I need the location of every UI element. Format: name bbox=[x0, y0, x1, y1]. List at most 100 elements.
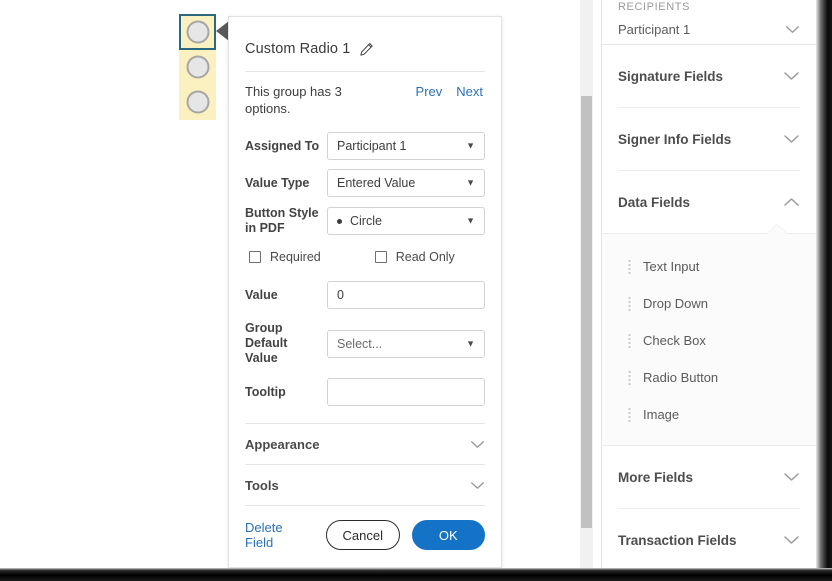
sidebar-section-more-fields[interactable]: More Fields bbox=[618, 446, 800, 508]
assigned-to-value: Participant 1 bbox=[337, 139, 406, 153]
checkbox-icon bbox=[375, 251, 387, 263]
cancel-button[interactable]: Cancel bbox=[326, 520, 399, 550]
tooltip-input[interactable] bbox=[327, 378, 485, 406]
signer-info-fields-label: Signer Info Fields bbox=[618, 132, 731, 147]
prev-option-link[interactable]: Prev bbox=[416, 84, 443, 99]
group-info-row: This group has 3 options. Prev Next bbox=[245, 72, 485, 123]
group-default-value-row: Group Default Value Select... ▼ bbox=[245, 321, 485, 366]
field-item-label: Drop Down bbox=[643, 296, 708, 311]
button-style-select[interactable]: Circle ▼ bbox=[327, 207, 485, 235]
signer-info-fields-block: Signer Info Fields bbox=[602, 108, 816, 171]
chevron-up-icon bbox=[783, 197, 800, 207]
transaction-fields-label: Transaction Fields bbox=[618, 533, 737, 548]
radio-option-2[interactable] bbox=[179, 50, 216, 84]
field-item-label: Check Box bbox=[643, 333, 706, 348]
signature-fields-label: Signature Fields bbox=[618, 69, 723, 84]
delete-field-link[interactable]: Delete Field bbox=[245, 520, 312, 550]
radio-option-3[interactable] bbox=[179, 84, 216, 120]
group-default-value-label: Group Default Value bbox=[245, 321, 327, 366]
sidebar-section-signer-info-fields[interactable]: Signer Info Fields bbox=[618, 108, 800, 170]
radio-option-1[interactable] bbox=[179, 14, 216, 50]
data-fields-label: Data Fields bbox=[618, 195, 690, 210]
assigned-to-row: Assigned To Participant 1 ▼ bbox=[245, 132, 485, 160]
screenshot-canvas: Custom Radio 1 This group has 3 options.… bbox=[0, 0, 832, 581]
next-option-link[interactable]: Next bbox=[456, 84, 483, 99]
recipient-selector[interactable]: Participant 1 bbox=[618, 14, 800, 44]
recipients-block: RECIPIENTS Participant 1 bbox=[602, 0, 816, 44]
group-options-count: This group has 3 options. bbox=[245, 83, 365, 117]
circle-bullet-icon bbox=[337, 219, 342, 224]
read-only-checkbox[interactable]: Read Only bbox=[375, 250, 455, 264]
more-fields-label: More Fields bbox=[618, 470, 693, 485]
signature-fields-block: Signature Fields bbox=[602, 45, 816, 108]
field-item-text-input[interactable]: Text Input bbox=[602, 248, 816, 285]
field-item-radio-button[interactable]: Radio Button bbox=[602, 359, 816, 396]
tools-accordion[interactable]: Tools bbox=[245, 465, 485, 505]
value-row: Value 0 bbox=[245, 281, 485, 309]
chevron-down-icon: ▼ bbox=[466, 179, 475, 188]
chevron-down-icon bbox=[783, 472, 800, 482]
field-item-check-box[interactable]: Check Box bbox=[602, 322, 816, 359]
sidebar-section-signature-fields[interactable]: Signature Fields bbox=[618, 45, 800, 107]
drag-handle-icon[interactable] bbox=[628, 333, 631, 348]
chevron-down-icon: ▼ bbox=[466, 339, 475, 348]
dialog-footer: Delete Field Cancel OK bbox=[245, 520, 485, 550]
recipients-heading: RECIPIENTS bbox=[618, 0, 800, 14]
tooltip-row: Tooltip bbox=[245, 378, 485, 406]
tools-label: Tools bbox=[245, 478, 279, 493]
chevron-down-icon bbox=[470, 440, 485, 449]
field-item-image[interactable]: Image bbox=[602, 396, 816, 433]
radio-button-group[interactable] bbox=[179, 14, 216, 120]
drag-handle-icon[interactable] bbox=[628, 259, 631, 274]
tooltip-label: Tooltip bbox=[245, 385, 327, 400]
assigned-to-select[interactable]: Participant 1 ▼ bbox=[327, 132, 485, 160]
drag-handle-icon[interactable] bbox=[628, 296, 631, 311]
field-item-label: Text Input bbox=[643, 259, 699, 274]
pencil-icon[interactable] bbox=[359, 42, 374, 57]
button-style-label: Button Style in PDF bbox=[245, 206, 327, 236]
appearance-label: Appearance bbox=[245, 437, 319, 452]
value-type-select[interactable]: Entered Value ▼ bbox=[327, 169, 485, 197]
appearance-accordion[interactable]: Appearance bbox=[245, 424, 485, 464]
chevron-down-icon: ▼ bbox=[466, 217, 475, 226]
chevron-down-icon: ▼ bbox=[466, 142, 475, 151]
window-right-shadow bbox=[816, 0, 832, 570]
group-default-value-select[interactable]: Select... ▼ bbox=[327, 330, 485, 358]
window-bottom-shadow bbox=[0, 568, 832, 581]
footer-divider bbox=[245, 505, 485, 506]
vertical-scrollbar-thumb[interactable] bbox=[581, 96, 592, 528]
required-label: Required bbox=[270, 250, 321, 264]
field-item-label: Radio Button bbox=[643, 370, 718, 385]
required-checkbox[interactable]: Required bbox=[249, 250, 321, 264]
value-type-label: Value Type bbox=[245, 176, 327, 191]
value-input-text: 0 bbox=[337, 288, 344, 302]
chevron-down-icon bbox=[785, 25, 800, 34]
value-input[interactable]: 0 bbox=[327, 281, 485, 309]
data-fields-list: Text Input Drop Down Check Box Radio But… bbox=[602, 233, 816, 446]
checkbox-icon bbox=[249, 251, 261, 263]
button-style-row: Button Style in PDF Circle ▼ bbox=[245, 206, 485, 236]
sidebar-section-transaction-fields[interactable]: Transaction Fields bbox=[618, 509, 800, 568]
button-style-value: Circle bbox=[350, 214, 382, 228]
flags-row: Required Read Only bbox=[245, 250, 485, 264]
recipient-name: Participant 1 bbox=[618, 22, 690, 37]
dialog-header: Custom Radio 1 bbox=[245, 17, 485, 65]
field-item-label: Image bbox=[643, 407, 679, 422]
value-type-value: Entered Value bbox=[337, 176, 415, 190]
field-properties-dialog: Custom Radio 1 This group has 3 options.… bbox=[228, 16, 502, 568]
group-default-value-value: Select... bbox=[337, 337, 382, 351]
radio-circle-icon bbox=[186, 21, 209, 44]
chevron-down-icon bbox=[783, 71, 800, 81]
dialog-title: Custom Radio 1 bbox=[245, 41, 350, 57]
ok-button[interactable]: OK bbox=[412, 520, 485, 550]
radio-circle-icon bbox=[186, 91, 209, 114]
panel-notch bbox=[767, 225, 787, 234]
assigned-to-label: Assigned To bbox=[245, 139, 327, 154]
transaction-fields-block: Transaction Fields bbox=[602, 509, 816, 568]
group-nav: Prev Next bbox=[416, 83, 485, 99]
drag-handle-icon[interactable] bbox=[628, 370, 631, 385]
drag-handle-icon[interactable] bbox=[628, 407, 631, 422]
read-only-label: Read Only bbox=[396, 250, 455, 264]
value-label: Value bbox=[245, 288, 327, 303]
field-item-drop-down[interactable]: Drop Down bbox=[602, 285, 816, 322]
